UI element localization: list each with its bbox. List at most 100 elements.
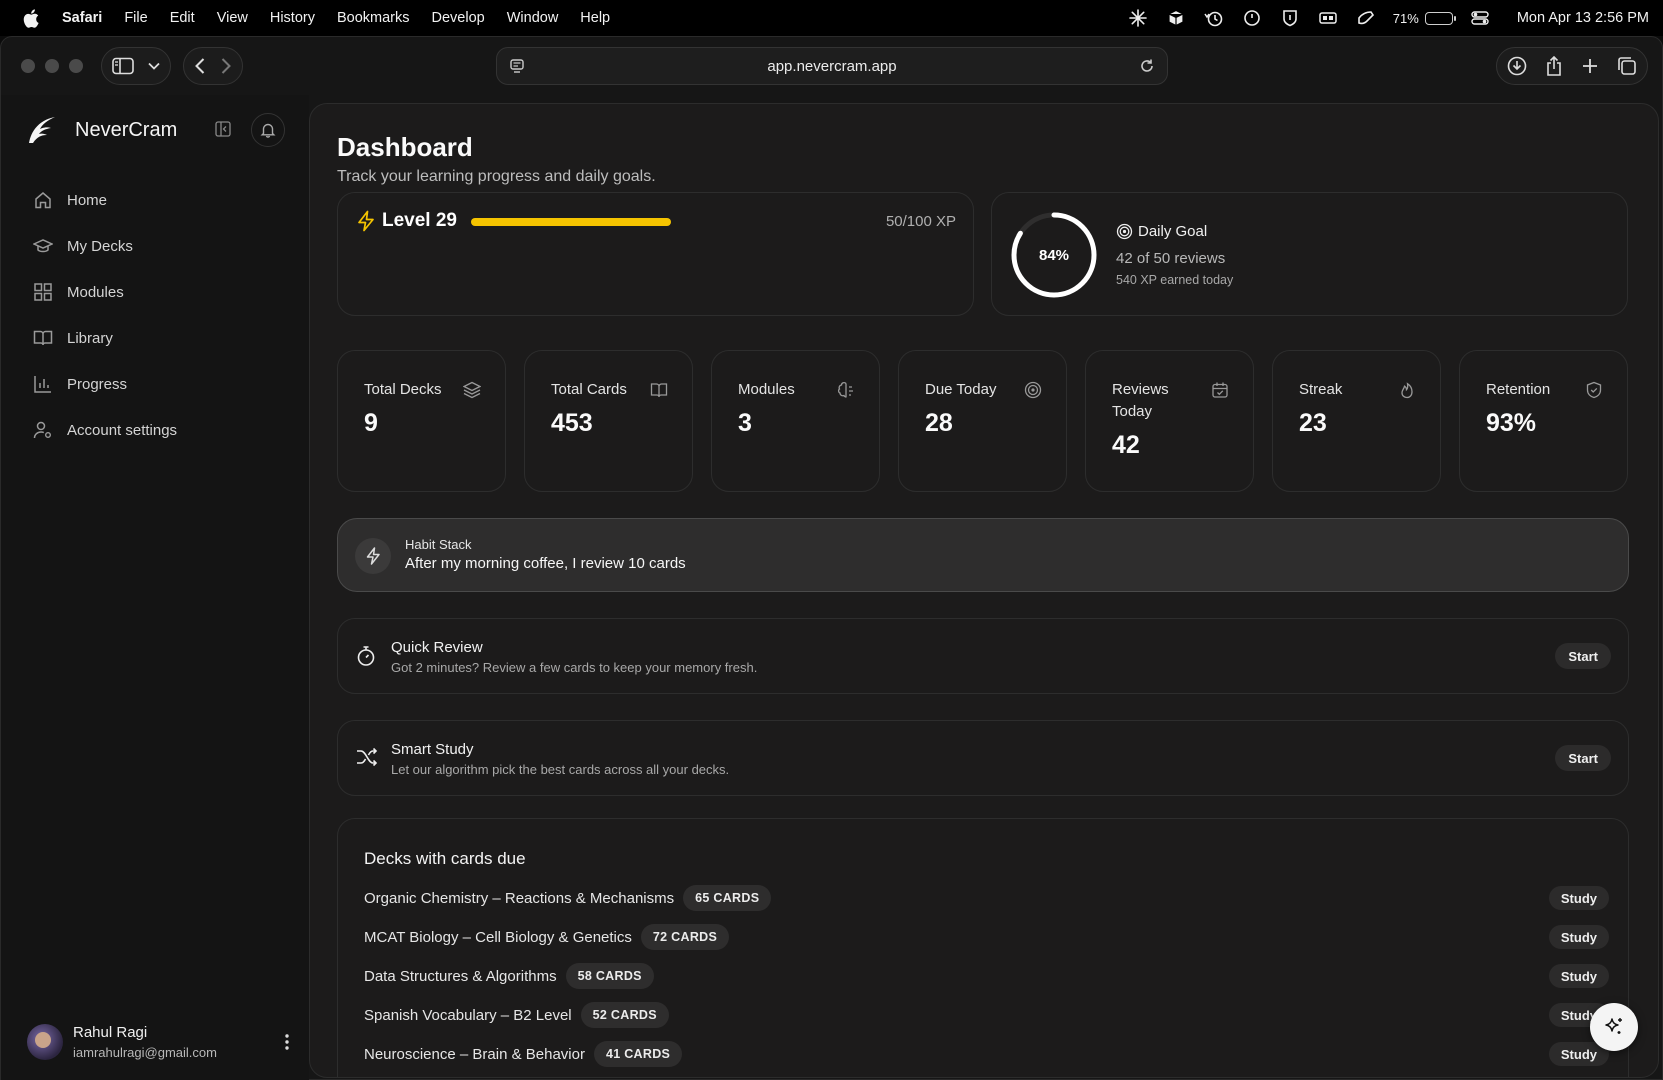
- tab-overview-icon[interactable]: [1617, 56, 1637, 76]
- deck-card-count-badge: 41 CARDS: [593, 1041, 683, 1067]
- page-settings-icon[interactable]: [509, 58, 525, 74]
- deck-card-count-badge: 52 CARDS: [580, 1002, 669, 1028]
- menu-edit[interactable]: Edit: [170, 10, 195, 26]
- chevron-down-icon[interactable]: [148, 62, 160, 70]
- daily-goal-label: Daily Goal: [1138, 223, 1208, 240]
- nevercram-logo-icon[interactable]: [25, 113, 59, 147]
- sidebar-item-modules[interactable]: Modules: [33, 269, 309, 315]
- book-open-icon: [33, 330, 53, 346]
- battery-indicator[interactable]: 71%: [1393, 11, 1456, 26]
- apple-icon[interactable]: [22, 8, 40, 28]
- deck-row[interactable]: Data Structures & Algorithms 58 CARDS St…: [364, 961, 1609, 991]
- more-vertical-icon[interactable]: [285, 1034, 289, 1050]
- hand-status-icon[interactable]: [1355, 7, 1377, 29]
- menu-bar-clock[interactable]: Mon Apr 13 2:56 PM: [1517, 10, 1649, 26]
- share-icon[interactable]: [1545, 56, 1563, 76]
- menu-bookmarks[interactable]: Bookmarks: [337, 10, 410, 26]
- sidebar-toggle-group: [101, 47, 171, 85]
- sidebar-item-account-settings[interactable]: Account settings: [33, 407, 309, 453]
- deck-card-count-badge: 58 CARDS: [565, 963, 654, 989]
- deck-row[interactable]: Neuroscience – Brain & Behavior 41 CARDS…: [364, 1039, 1609, 1069]
- sidebar-item-label: Modules: [67, 283, 124, 301]
- menu-develop[interactable]: Develop: [432, 10, 485, 26]
- study-button[interactable]: Study: [1548, 886, 1609, 910]
- deck-name[interactable]: MCAT Biology – Cell Biology & Genetics: [364, 929, 632, 946]
- deck-row[interactable]: Spanish Vocabulary – B2 Level 52 CARDS S…: [364, 1000, 1609, 1030]
- reload-icon[interactable]: [1139, 58, 1155, 74]
- menu-history[interactable]: History: [270, 10, 315, 26]
- stat-value: 453: [551, 409, 593, 437]
- close-window-button[interactable]: [21, 59, 35, 73]
- quick-review-start-button[interactable]: Start: [1555, 643, 1611, 669]
- habit-stack-title: Habit Stack: [405, 537, 472, 552]
- menu-help[interactable]: Help: [580, 10, 610, 26]
- menu-app-name[interactable]: Safari: [62, 10, 102, 26]
- deck-name[interactable]: Spanish Vocabulary – B2 Level: [364, 1007, 572, 1024]
- deck-row[interactable]: MCAT Biology – Cell Biology & Genetics 7…: [364, 922, 1609, 952]
- deck-name[interactable]: Neuroscience – Brain & Behavior: [364, 1046, 585, 1063]
- sidebar-item-my-decks[interactable]: My Decks: [33, 223, 309, 269]
- page-title: Dashboard: [337, 132, 473, 162]
- target-icon: [1024, 381, 1042, 399]
- display-status-icon[interactable]: [1317, 7, 1339, 29]
- sparkles-icon: [1605, 1018, 1622, 1034]
- deck-name[interactable]: Data Structures & Algorithms: [364, 968, 557, 985]
- brand-name: NeverCram: [75, 118, 178, 141]
- menu-view[interactable]: View: [217, 10, 248, 26]
- user-profile[interactable]: Rahul Ragi iamrahulragi@gmail.com: [27, 1024, 289, 1060]
- decks-due-title: Decks with cards due: [364, 849, 526, 868]
- stat-label: Retention: [1486, 381, 1551, 398]
- user-cog-icon: [33, 421, 51, 439]
- window-controls: [21, 59, 83, 73]
- decks-due-panel: Decks with cards due Organic Chemistry –…: [337, 818, 1629, 1077]
- stat-value: 9: [364, 409, 378, 437]
- back-arrow-icon[interactable]: [194, 57, 206, 75]
- study-button[interactable]: Study: [1548, 925, 1609, 949]
- zoom-window-button[interactable]: [69, 59, 83, 73]
- sparkle-status-icon[interactable]: [1127, 7, 1149, 29]
- minimize-window-button[interactable]: [45, 59, 59, 73]
- address-bar[interactable]: app.nevercram.app: [496, 47, 1168, 85]
- smart-study-start-button[interactable]: Start: [1555, 745, 1611, 771]
- smart-study-card: Smart Study Let our algorithm pick the b…: [337, 720, 1629, 796]
- quick-review-title: Quick Review: [391, 639, 483, 656]
- time-machine-status-icon[interactable]: [1203, 7, 1225, 29]
- sidebar-toggle-icon[interactable]: [112, 57, 134, 75]
- stat-card-total-decks: Total Decks 9: [337, 350, 506, 492]
- daily-goal-xp: 540 XP earned today: [1116, 273, 1234, 287]
- collapse-sidebar-icon[interactable]: [215, 121, 233, 139]
- history-nav-group: [183, 47, 243, 85]
- sidebar-item-label: Progress: [67, 375, 128, 393]
- menu-bar-status-area: 71% Mon Apr 13 2:56 PM: [1127, 7, 1649, 29]
- stat-label: Modules: [738, 381, 795, 398]
- avatar[interactable]: [27, 1024, 63, 1060]
- notifications-button[interactable]: [251, 113, 285, 147]
- study-button[interactable]: Study: [1548, 964, 1609, 988]
- app-sidebar: NeverCram Home My Decks Modules Library: [1, 95, 309, 1080]
- stat-value: 3: [738, 409, 752, 437]
- graduation-cap-icon: [33, 239, 53, 253]
- ai-assistant-button[interactable]: [1590, 1003, 1638, 1051]
- menu-window[interactable]: Window: [507, 10, 559, 26]
- url-text[interactable]: app.nevercram.app: [525, 58, 1139, 75]
- sidebar-item-library[interactable]: Library: [33, 315, 309, 361]
- clock-status-icon[interactable]: [1241, 7, 1263, 29]
- menu-file[interactable]: File: [124, 10, 147, 26]
- new-tab-icon[interactable]: [1581, 57, 1599, 75]
- smart-study-title: Smart Study: [391, 741, 474, 758]
- deck-row[interactable]: Organic Chemistry – Reactions & Mechanis…: [364, 883, 1609, 913]
- cube-status-icon[interactable]: [1165, 7, 1187, 29]
- sidebar-item-home[interactable]: Home: [33, 177, 309, 223]
- sidebar-item-progress[interactable]: Progress: [33, 361, 309, 407]
- deck-name[interactable]: Organic Chemistry – Reactions & Mechanis…: [364, 890, 674, 907]
- calendar-check-icon: [1212, 382, 1228, 398]
- xp-count: 50/100 XP: [885, 213, 956, 230]
- forward-arrow-icon[interactable]: [220, 57, 232, 75]
- shield-status-icon[interactable]: [1279, 7, 1301, 29]
- layers-icon: [463, 381, 481, 399]
- downloads-icon[interactable]: [1507, 56, 1527, 76]
- bar-chart-icon: [34, 376, 51, 393]
- habit-stack-banner[interactable]: Habit Stack After my morning coffee, I r…: [337, 518, 1629, 592]
- brand-header: NeverCram: [1, 95, 309, 165]
- control-center-icon[interactable]: [1469, 7, 1491, 29]
